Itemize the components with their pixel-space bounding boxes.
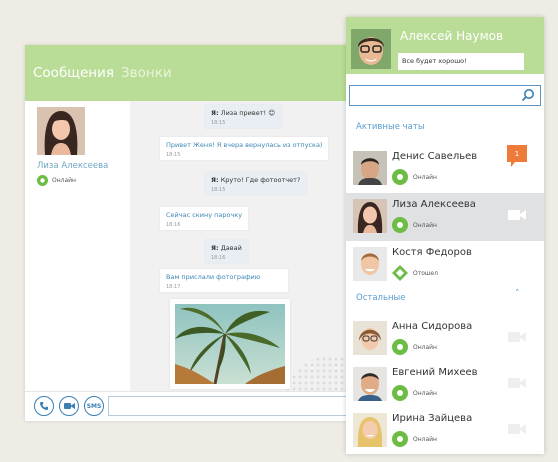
online-status-icon	[37, 175, 48, 186]
phone-icon	[40, 402, 48, 410]
online-status-icon	[392, 217, 408, 233]
tab-messages[interactable]: Сообщения	[33, 65, 114, 81]
message-sender: Я:	[211, 109, 219, 117]
contact-avatar	[353, 247, 387, 281]
contact-item[interactable]: Евгений Михеев Онлайн	[346, 361, 544, 409]
message-bubble: Привет Женя! Я вчера вернулась из отпуск…	[160, 137, 329, 160]
chat-header: Сообщения Звонки	[25, 45, 360, 101]
contact-avatar	[353, 367, 387, 401]
message-sender: Я:	[211, 244, 219, 252]
contact-avatar	[353, 151, 387, 185]
message-text: Вам прислали фотографию	[166, 273, 261, 281]
online-status-icon	[392, 431, 408, 447]
message-time: 18:16	[211, 255, 226, 261]
sms-button[interactable]: SMS	[84, 396, 104, 416]
message-text: Сейчас скину парочку	[166, 211, 243, 219]
video-call-icon[interactable]	[508, 331, 526, 343]
video-camera-icon	[63, 403, 75, 409]
online-status-icon	[392, 169, 408, 185]
contact-avatar	[353, 413, 387, 447]
contact-item-selected[interactable]: Лиза Алексеева Онлайн	[346, 193, 544, 241]
message-bubble: Я: Круто! Где фотоотчет? 18:15	[205, 172, 307, 195]
chat-window: Сообщения Звонки Лиза Алексеева Онлайн Я…	[25, 45, 360, 421]
message-text: Давай	[220, 244, 242, 252]
contact-status: Отошел	[392, 265, 438, 281]
mood-message-field[interactable]: Все будет хорошо!	[398, 53, 524, 70]
contact-name[interactable]: Лиза Алексеева	[37, 161, 117, 171]
contact-name: Ирина Зайцева	[392, 413, 473, 424]
message-bubble: Вам прислали фотографию 18:17	[160, 269, 288, 292]
profile-header: Алексей Наумов Все будет хорошо!	[346, 17, 544, 74]
contact-status: Онлайн	[392, 431, 437, 447]
video-call-icon[interactable]	[508, 377, 526, 389]
message-text: Круто! Где фотоотчет?	[220, 176, 301, 184]
contact-status: Онлайн	[392, 385, 437, 401]
contact-name: Денис Савельев	[392, 151, 478, 162]
video-call-button[interactable]	[59, 396, 79, 416]
photo-attachment[interactable]	[170, 299, 290, 389]
message-input-bar: SMS	[25, 391, 360, 421]
search-icon[interactable]	[521, 88, 535, 102]
contact-item[interactable]: Костя Федоров Отошел	[346, 241, 544, 289]
contact-status: Онлайн	[392, 169, 437, 185]
contact-status: Онлайн	[392, 217, 437, 233]
contact-status-text: Отошел	[413, 269, 438, 277]
message-time: 18:15	[211, 187, 226, 193]
my-name: Алексей Наумов	[400, 29, 504, 43]
contact-search-input[interactable]	[349, 85, 541, 106]
message-time: 18:15	[211, 120, 226, 126]
contacts-panel: Алексей Наумов Все будет хорошо! Активны…	[346, 17, 544, 454]
online-status-icon	[392, 385, 408, 401]
video-call-icon[interactable]	[508, 209, 526, 221]
my-avatar[interactable]	[351, 29, 391, 69]
contact-status-text: Онлайн	[413, 221, 437, 229]
message-time: 18:17	[166, 284, 181, 290]
contact-status-text: Онлайн	[413, 343, 437, 351]
contact-name: Костя Федоров	[392, 247, 472, 258]
message-time: 18:15	[166, 152, 181, 158]
others-heading: Остальные	[356, 293, 406, 303]
contact-item[interactable]: Ирина Зайцева Онлайн	[346, 407, 544, 454]
message-text: Привет Женя! Я вчера вернулась из отпуск…	[166, 141, 323, 149]
contact-name: Анна Сидорова	[392, 321, 473, 332]
active-chats-heading: Активные чаты	[356, 122, 425, 132]
contact-status-text: Онлайн	[52, 177, 76, 184]
contact-photo[interactable]	[37, 107, 85, 155]
contact-status: Онлайн	[37, 175, 117, 186]
contact-status-text: Онлайн	[413, 435, 437, 443]
message-sender: Я:	[211, 176, 219, 184]
message-input[interactable]	[108, 396, 360, 416]
online-status-icon	[392, 339, 408, 355]
chevron-up-icon[interactable]: ˄	[515, 289, 520, 299]
unread-count-badge: 1	[507, 145, 527, 167]
contact-item[interactable]: Анна Сидорова Онлайн	[346, 315, 544, 363]
contact-name: Лиза Алексеева	[392, 199, 476, 210]
contact-status: Онлайн	[392, 339, 437, 355]
video-call-icon[interactable]	[508, 423, 526, 435]
message-bubble: Я: Лиза привет! 😊 18:15	[205, 105, 281, 128]
call-button[interactable]	[34, 396, 54, 416]
contact-avatar	[353, 321, 387, 355]
away-status-icon	[392, 265, 408, 281]
contact-status-text: Онлайн	[413, 173, 437, 181]
message-bubble: Я: Давай 18:16	[205, 240, 248, 263]
tab-calls[interactable]: Звонки	[121, 65, 172, 81]
contact-status-text: Онлайн	[413, 389, 437, 397]
message-text: Лиза привет! 😊	[220, 109, 275, 117]
message-bubble: Сейчас скину парочку 18:16	[160, 207, 249, 230]
chat-contact-info: Лиза Алексеева Онлайн	[37, 107, 117, 186]
message-time: 18:16	[166, 222, 181, 228]
contact-avatar	[353, 199, 387, 233]
contact-item[interactable]: Денис Савельев Онлайн 1	[346, 145, 544, 193]
message-history[interactable]: Я: Лиза привет! 😊 18:15 Привет Женя! Я в…	[130, 101, 360, 391]
contact-name: Евгений Михеев	[392, 367, 478, 378]
palm-tree-photo[interactable]	[175, 304, 285, 384]
